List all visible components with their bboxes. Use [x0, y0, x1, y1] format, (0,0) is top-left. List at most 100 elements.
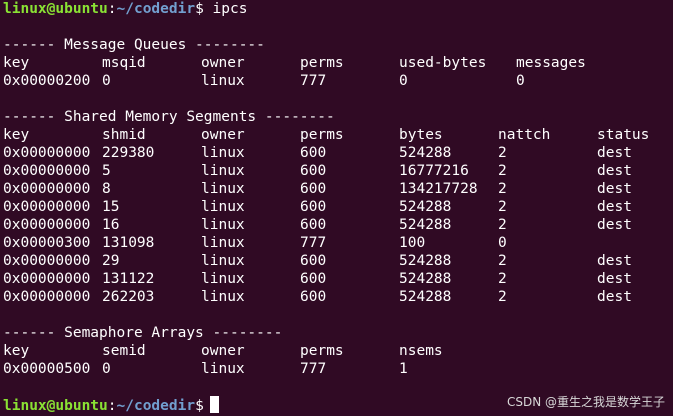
cell-owner: linux — [201, 361, 245, 377]
cell-owner: linux — [201, 235, 245, 251]
prompt-user-host: linux@ubuntu — [3, 1, 108, 17]
cell-bytes: 16777216 — [399, 163, 469, 179]
watermark: CSDN @重生之我是数学王子 — [506, 395, 665, 409]
column-header: nattch — [498, 127, 551, 143]
cell-key: 0x00000000 — [3, 271, 91, 287]
column-header: msqid — [102, 55, 146, 71]
cell-status: dest — [597, 253, 632, 269]
cell-perms: 600 — [300, 289, 327, 305]
prompt-colon: : — [107, 398, 117, 414]
cell-key: 0x00000000 — [3, 181, 91, 197]
cell-bytes: 524288 — [399, 271, 452, 287]
prompt-dollar: $ — [195, 398, 204, 414]
cell-key: 0x00000300 — [3, 235, 91, 251]
column-header: perms — [300, 343, 344, 359]
cell-shmid: 131122 — [102, 271, 155, 287]
cell-shmid: 8 — [102, 181, 111, 197]
section-heading-text: ------ Shared Memory Segments -------- — [3, 109, 335, 125]
cell-owner: linux — [201, 271, 245, 287]
command-text: ipcs — [212, 1, 248, 17]
column-header: owner — [201, 127, 245, 143]
column-header: shmid — [102, 127, 146, 143]
cell-nattch: 2 — [498, 199, 507, 215]
column-header: semid — [102, 343, 146, 359]
table-header-row: key msqid owner perms used-bytes message… — [3, 54, 671, 72]
shared-memory-rows: 0x00000000 229380 linux 600 524288 2 dest 0x000… — [3, 144, 671, 306]
cell-nattch: 0 — [498, 235, 507, 251]
cell-bytes: 524288 — [399, 289, 452, 305]
prompt-colon: : — [107, 1, 117, 17]
table-row: 0x00000000 5 linux 600 16777216 2 dest — [3, 162, 671, 180]
cell-messages: 0 — [516, 73, 525, 89]
column-header: key — [3, 127, 30, 143]
cell-bytes: 134217728 — [399, 181, 478, 197]
cell-key: 0x00000000 — [3, 253, 91, 269]
section-heading-semaphore-arrays: ------ Semaphore Arrays -------- — [3, 324, 671, 342]
text-cursor[interactable] — [209, 396, 219, 413]
cell-owner: linux — [201, 289, 245, 305]
section-heading-shared-memory: ------ Shared Memory Segments -------- — [3, 108, 671, 126]
table-row: 0x00000300 131098 linux 777 100 0 — [3, 234, 671, 252]
prompt-user-host: linux@ubuntu — [3, 398, 108, 414]
cell-shmid: 5 — [102, 163, 111, 179]
table-header-row: key shmid owner perms bytes nattch statu… — [3, 126, 671, 144]
cell-nattch: 2 — [498, 289, 507, 305]
cell-status: dest — [597, 271, 632, 287]
cell-nattch: 2 — [498, 271, 507, 287]
cell-shmid: 29 — [102, 253, 120, 269]
cell-perms: 600 — [300, 217, 327, 233]
section-heading-text: ------ Semaphore Arrays -------- — [3, 325, 283, 341]
cell-perms: 777 — [300, 361, 327, 377]
prompt-path: ~/codedir — [116, 398, 196, 414]
cell-semid: 0 — [102, 361, 111, 377]
section-heading-text: ------ Message Queues -------- — [3, 37, 265, 53]
cell-bytes: 524288 — [399, 253, 452, 269]
cell-perms: 600 — [300, 181, 327, 197]
cell-perms: 600 — [300, 145, 327, 161]
cell-key: 0x00000000 — [3, 199, 91, 215]
table-row: 0x00000000 229380 linux 600 524288 2 dest — [3, 144, 671, 162]
cell-key: 0x00000500 — [3, 361, 91, 377]
cell-perms: 600 — [300, 271, 327, 287]
cell-bytes: 524288 — [399, 145, 452, 161]
cell-nattch: 2 — [498, 217, 507, 233]
table-row: 0x00000000 262203 linux 600 524288 2 dest — [3, 288, 671, 306]
column-header: messages — [516, 55, 586, 71]
table-row: 0x00000000 15 linux 600 524288 2 dest — [3, 198, 671, 216]
column-header: owner — [201, 55, 245, 71]
table-row: 0x00000500 0 linux 777 1 — [3, 360, 671, 378]
prompt-path: ~/codedir — [116, 1, 196, 17]
cell-key: 0x00000000 — [3, 217, 91, 233]
prompt-dollar: $ — [195, 1, 213, 17]
cell-owner: linux — [201, 199, 245, 215]
cell-perms: 600 — [300, 253, 327, 269]
cell-key: 0x00000000 — [3, 289, 91, 305]
cell-perms: 600 — [300, 163, 327, 179]
cell-status: dest — [597, 289, 632, 305]
column-header: status — [597, 127, 650, 143]
column-header: perms — [300, 127, 344, 143]
cell-nattch: 2 — [498, 163, 507, 179]
table-row: 0x00000000 16 linux 600 524288 2 dest — [3, 216, 671, 234]
command-line: linux@ubuntu:~/codedir$ ipcs — [3, 0, 671, 18]
terminal-window[interactable]: linux@ubuntu:~/codedir$ ipcs ------ Mess… — [0, 0, 673, 416]
cell-perms: 600 — [300, 199, 327, 215]
cell-perms: 777 — [300, 235, 327, 251]
column-header: key — [3, 343, 30, 359]
column-header: key — [3, 55, 30, 71]
column-header: bytes — [399, 127, 443, 143]
cell-shmid: 16 — [102, 217, 120, 233]
section-heading-message-queues: ------ Message Queues -------- — [3, 36, 671, 54]
cell-status: dest — [597, 199, 632, 215]
table-row: 0x00000000 29 linux 600 524288 2 dest — [3, 252, 671, 270]
table-row: 0x00000000 8 linux 600 134217728 2 dest — [3, 180, 671, 198]
cell-bytes: 100 — [399, 235, 426, 251]
terminal-output: linux@ubuntu:~/codedir$ ipcs ------ Mess… — [3, 0, 671, 414]
cell-msqid: 0 — [102, 73, 111, 89]
cell-nattch: 2 — [498, 181, 507, 197]
cell-nattch: 2 — [498, 253, 507, 269]
cell-key: 0x00000000 — [3, 163, 91, 179]
cell-owner: linux — [201, 163, 245, 179]
